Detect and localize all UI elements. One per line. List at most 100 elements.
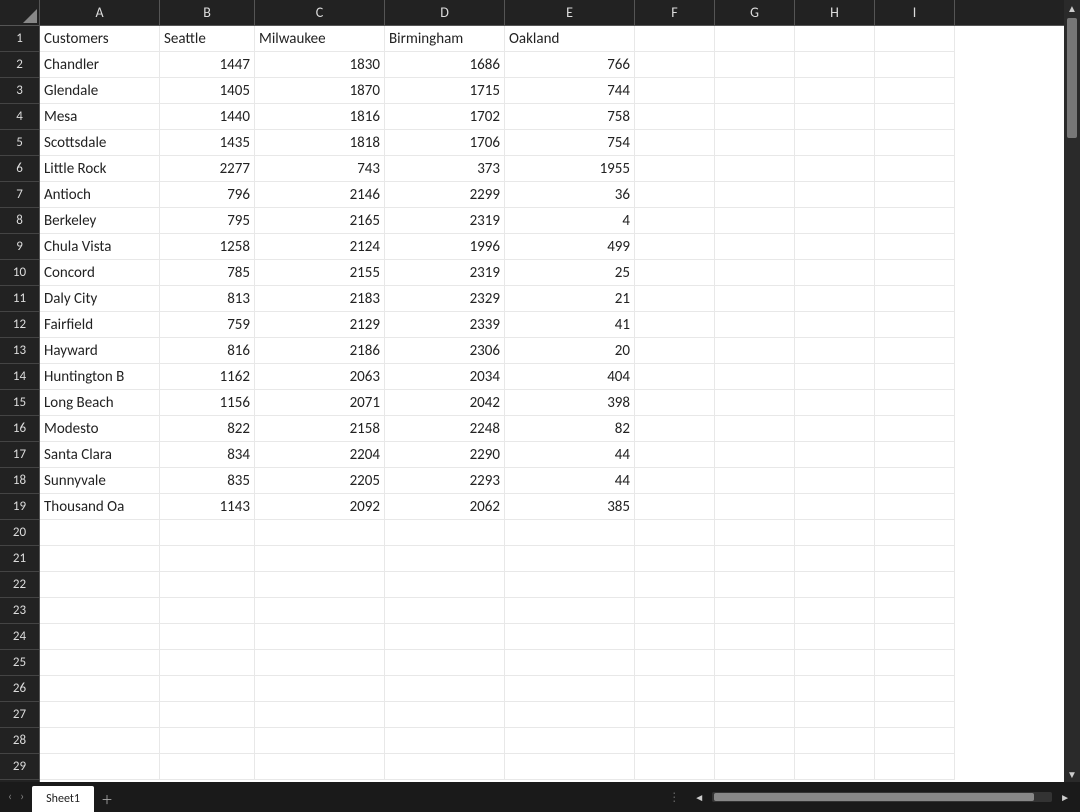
cell[interactable]: Milwaukee [255,26,385,52]
cell[interactable] [635,416,715,442]
cell[interactable]: Fairfield [40,312,160,338]
cell[interactable] [385,676,505,702]
cell[interactable] [795,156,875,182]
cell[interactable] [255,572,385,598]
cell[interactable]: 2293 [385,468,505,494]
row-header-16[interactable]: 16 [0,416,39,442]
row-header-29[interactable]: 29 [0,754,39,780]
cell[interactable] [255,754,385,780]
cell[interactable]: 21 [505,286,635,312]
column-header-D[interactable]: D [385,0,505,25]
cell[interactable] [505,676,635,702]
cell[interactable] [715,26,795,52]
cell[interactable] [795,390,875,416]
cell[interactable] [795,52,875,78]
cell[interactable]: 1686 [385,52,505,78]
cell[interactable] [385,728,505,754]
cell[interactable] [385,702,505,728]
cell[interactable]: 1405 [160,78,255,104]
cell[interactable] [160,572,255,598]
cell[interactable] [505,728,635,754]
cell[interactable] [635,442,715,468]
cell[interactable] [875,52,955,78]
scroll-left-icon[interactable]: ◄ [690,791,708,804]
cell[interactable]: 499 [505,234,635,260]
cell[interactable] [715,546,795,572]
cell[interactable]: 1715 [385,78,505,104]
cell[interactable] [255,702,385,728]
cell[interactable]: Scottsdale [40,130,160,156]
cell[interactable] [505,598,635,624]
cell[interactable] [795,546,875,572]
cell[interactable]: 385 [505,494,635,520]
cell[interactable] [635,312,715,338]
cell[interactable] [635,676,715,702]
cell[interactable] [875,312,955,338]
cell[interactable] [635,546,715,572]
cell[interactable] [715,182,795,208]
cell[interactable]: 744 [505,78,635,104]
cell[interactable] [255,650,385,676]
cell[interactable]: 835 [160,468,255,494]
cell[interactable]: 1955 [505,156,635,182]
cell[interactable] [385,572,505,598]
cell[interactable]: 1830 [255,52,385,78]
cell[interactable]: 1706 [385,130,505,156]
cell[interactable] [875,468,955,494]
cell[interactable] [795,104,875,130]
cell[interactable] [795,260,875,286]
cell[interactable] [505,572,635,598]
row-header-4[interactable]: 4 [0,104,39,130]
cell[interactable]: 2034 [385,364,505,390]
cell[interactable] [715,312,795,338]
cell[interactable]: 41 [505,312,635,338]
cell[interactable] [875,156,955,182]
cell[interactable] [795,754,875,780]
cell[interactable] [875,702,955,728]
scroll-down-icon[interactable]: ▼ [1064,766,1080,782]
sheet-tab[interactable]: Sheet1 [32,786,94,812]
cell[interactable]: Antioch [40,182,160,208]
row-header-7[interactable]: 7 [0,182,39,208]
row-header-3[interactable]: 3 [0,78,39,104]
cell[interactable] [795,728,875,754]
cell[interactable]: 1435 [160,130,255,156]
cell[interactable] [715,156,795,182]
cell[interactable] [160,624,255,650]
row-header-8[interactable]: 8 [0,208,39,234]
cell[interactable] [635,286,715,312]
cell[interactable] [40,572,160,598]
cell[interactable] [875,598,955,624]
cell[interactable] [715,442,795,468]
cell[interactable]: 2158 [255,416,385,442]
cell[interactable] [715,728,795,754]
cell[interactable] [795,520,875,546]
scroll-right-icon[interactable]: ► [1056,791,1074,804]
cell[interactable] [505,650,635,676]
cell[interactable]: Birmingham [385,26,505,52]
row-header-22[interactable]: 22 [0,572,39,598]
row-header-27[interactable]: 27 [0,702,39,728]
cell[interactable] [875,624,955,650]
cell[interactable]: 2183 [255,286,385,312]
row-header-2[interactable]: 2 [0,52,39,78]
cell[interactable] [40,520,160,546]
cell[interactable]: 1447 [160,52,255,78]
cell[interactable] [505,624,635,650]
cell[interactable] [635,494,715,520]
cell[interactable]: 36 [505,182,635,208]
cell[interactable] [385,650,505,676]
cell[interactable] [635,520,715,546]
cell[interactable]: 1162 [160,364,255,390]
cell[interactable] [385,520,505,546]
cell[interactable] [715,598,795,624]
cell[interactable] [795,312,875,338]
cell[interactable]: 404 [505,364,635,390]
cell[interactable]: 2319 [385,260,505,286]
cell[interactable] [635,52,715,78]
vertical-scrollbar[interactable]: ▲ ▼ [1064,0,1080,782]
cell[interactable] [385,754,505,780]
cell[interactable]: 785 [160,260,255,286]
cell[interactable] [715,104,795,130]
cell[interactable] [875,520,955,546]
